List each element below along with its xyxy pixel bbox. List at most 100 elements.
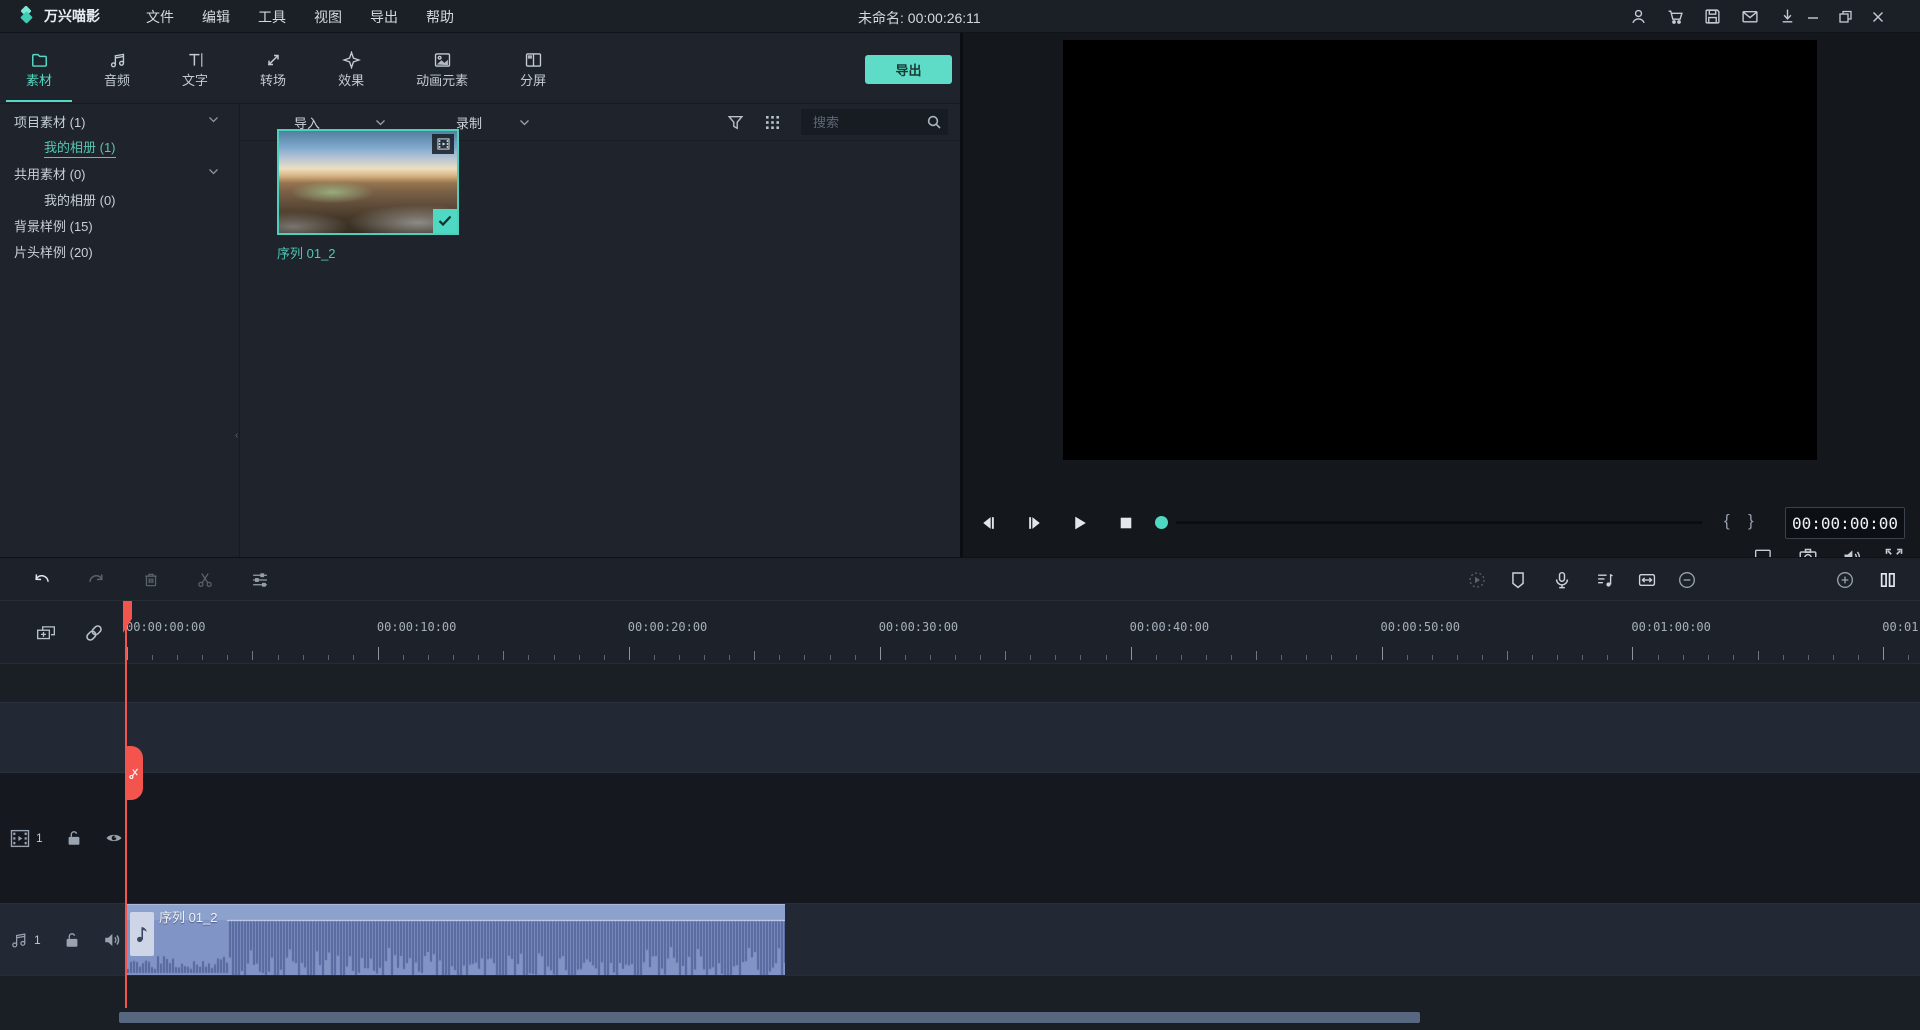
sidebar-item-intro-samples[interactable]: 片头样例 (20) (0, 238, 239, 264)
adjust-icon[interactable] (251, 571, 269, 589)
ruler-tick (1256, 651, 1257, 660)
timeline-ruler[interactable]: 00:00:00:0000:00:10:0000:00:20:0000:00:3… (0, 601, 1920, 663)
sidebar-item-my-album-0[interactable]: 我的相册 (0) (0, 186, 239, 212)
marker-icon[interactable] (1509, 571, 1527, 589)
sidebar-item-project-media[interactable]: 项目素材 (1) (0, 108, 239, 134)
timeline-empty-lane-upper[interactable] (0, 663, 1920, 702)
restore-icon[interactable] (1838, 9, 1853, 24)
window-title: 未命名: 00:00:26:11 (858, 8, 981, 28)
ruler-tick (227, 655, 228, 660)
tab-media[interactable]: 素材 (0, 33, 78, 104)
video-track-1[interactable]: 1 (0, 772, 1920, 903)
sidebar-item-background-samples[interactable]: 背景样例 (15) (0, 212, 239, 238)
tab-split-label: 分屏 (520, 74, 546, 87)
menu-tools[interactable]: 工具 (258, 7, 286, 27)
menu-edit[interactable]: 编辑 (202, 7, 230, 27)
ruler-tick (1758, 651, 1759, 660)
undo-icon[interactable] (33, 571, 51, 589)
eye-icon[interactable] (105, 829, 123, 847)
seek-bar[interactable] (1176, 521, 1702, 524)
timeline-horizontal-scrollbar[interactable] (119, 1012, 1420, 1023)
zoom-in-icon[interactable] (1836, 571, 1854, 589)
ruler-tick (1457, 655, 1458, 660)
tab-elements[interactable]: 动画元素 (390, 33, 494, 104)
ruler-tick (1908, 655, 1909, 660)
audio-track-number: 1 (34, 933, 41, 947)
ruler-tick (1708, 655, 1709, 660)
speaker-icon[interactable] (103, 931, 121, 949)
stop-button[interactable] (1117, 514, 1135, 532)
ruler-tick (679, 655, 680, 660)
tab-transition[interactable]: 转场 (234, 33, 312, 104)
cut-icon[interactable] (196, 571, 214, 589)
tab-effects[interactable]: 效果 (312, 33, 390, 104)
mail-icon[interactable] (1741, 8, 1759, 25)
ruler-tick (579, 655, 580, 660)
ruler-tick (1883, 647, 1884, 660)
media-library: 导入 录制 (241, 104, 960, 557)
next-frame-button[interactable] (1026, 514, 1044, 532)
lock-open-icon[interactable] (63, 931, 81, 949)
ruler-tick (1331, 655, 1332, 660)
audio-track-1[interactable]: 1 序列 01_2 (0, 903, 1920, 975)
panel-toggle-icon[interactable] (1879, 571, 1897, 589)
tab-split-screen[interactable]: 分屏 (494, 33, 572, 104)
grid-icon[interactable] (765, 115, 780, 130)
check-icon (433, 209, 457, 233)
ruler-tick (353, 655, 354, 660)
menu-file[interactable]: 文件 (146, 7, 174, 27)
audio-clip-sequence[interactable]: 序列 01_2 (127, 904, 785, 976)
menu-view[interactable]: 视图 (314, 7, 342, 27)
menu-export[interactable]: 导出 (370, 7, 398, 27)
chevron-down-icon[interactable] (208, 168, 219, 176)
tab-transition-label: 转场 (260, 74, 286, 87)
user-icon[interactable] (1630, 8, 1647, 25)
mark-out-button[interactable]: } (1748, 511, 1754, 531)
timeline-toolbar (0, 557, 1920, 601)
lock-open-icon[interactable] (65, 829, 83, 847)
link-icon[interactable] (84, 623, 104, 643)
split-clip-handle[interactable] (126, 746, 143, 800)
search-input[interactable] (811, 114, 926, 131)
play-button[interactable] (1071, 514, 1089, 532)
chevron-down-icon[interactable] (519, 119, 530, 127)
ruler-tick (453, 655, 454, 660)
search-icon[interactable] (926, 114, 942, 130)
fit-timeline-icon[interactable] (1638, 571, 1656, 589)
close-icon[interactable] (1871, 10, 1885, 24)
ruler-tick (1206, 655, 1207, 660)
zoom-out-icon[interactable] (1678, 571, 1696, 589)
minimize-icon[interactable] (1806, 10, 1820, 24)
ruler-tick (1231, 655, 1232, 660)
ruler-tick (1382, 647, 1383, 660)
filter-icon[interactable] (727, 114, 744, 131)
tab-text[interactable]: 文字 (156, 33, 234, 104)
redo-icon[interactable] (87, 571, 105, 589)
timeline-empty-lane[interactable] (0, 702, 1920, 772)
library-tab-bar: 素材 音频 文字 转场 效果 (0, 33, 960, 104)
add-track-icon[interactable] (36, 623, 56, 643)
chevron-down-icon[interactable] (208, 116, 219, 124)
tab-audio-label: 音频 (104, 74, 130, 87)
record-button[interactable]: 录制 (456, 104, 482, 141)
menu-help[interactable]: 帮助 (426, 7, 454, 27)
ruler-tick (930, 655, 931, 660)
media-item-sequence[interactable]: 序列 01_2 (277, 129, 459, 262)
sidebar-item-my-album-1[interactable]: 我的相册 (1) (0, 134, 239, 160)
tab-audio[interactable]: 音频 (78, 33, 156, 104)
mark-in-button[interactable]: { (1724, 511, 1730, 531)
download-icon[interactable] (1779, 8, 1796, 25)
cart-icon[interactable] (1667, 8, 1684, 25)
delete-icon[interactable] (142, 571, 160, 589)
chevron-down-icon[interactable] (375, 119, 386, 127)
prev-frame-button[interactable] (979, 514, 997, 532)
sidebar-item-shared-media[interactable]: 共用素材 (0) (0, 160, 239, 186)
ruler-label: 00:00:40:00 (1130, 620, 1209, 634)
render-preview-icon[interactable] (1468, 571, 1486, 589)
mixer-icon[interactable] (1596, 571, 1614, 589)
save-icon[interactable] (1704, 8, 1721, 25)
scrubber-dot-icon[interactable] (1155, 516, 1168, 529)
voiceover-icon[interactable] (1553, 571, 1571, 589)
export-button[interactable]: 导出 (865, 55, 952, 84)
media-thumbnail[interactable] (277, 129, 459, 235)
